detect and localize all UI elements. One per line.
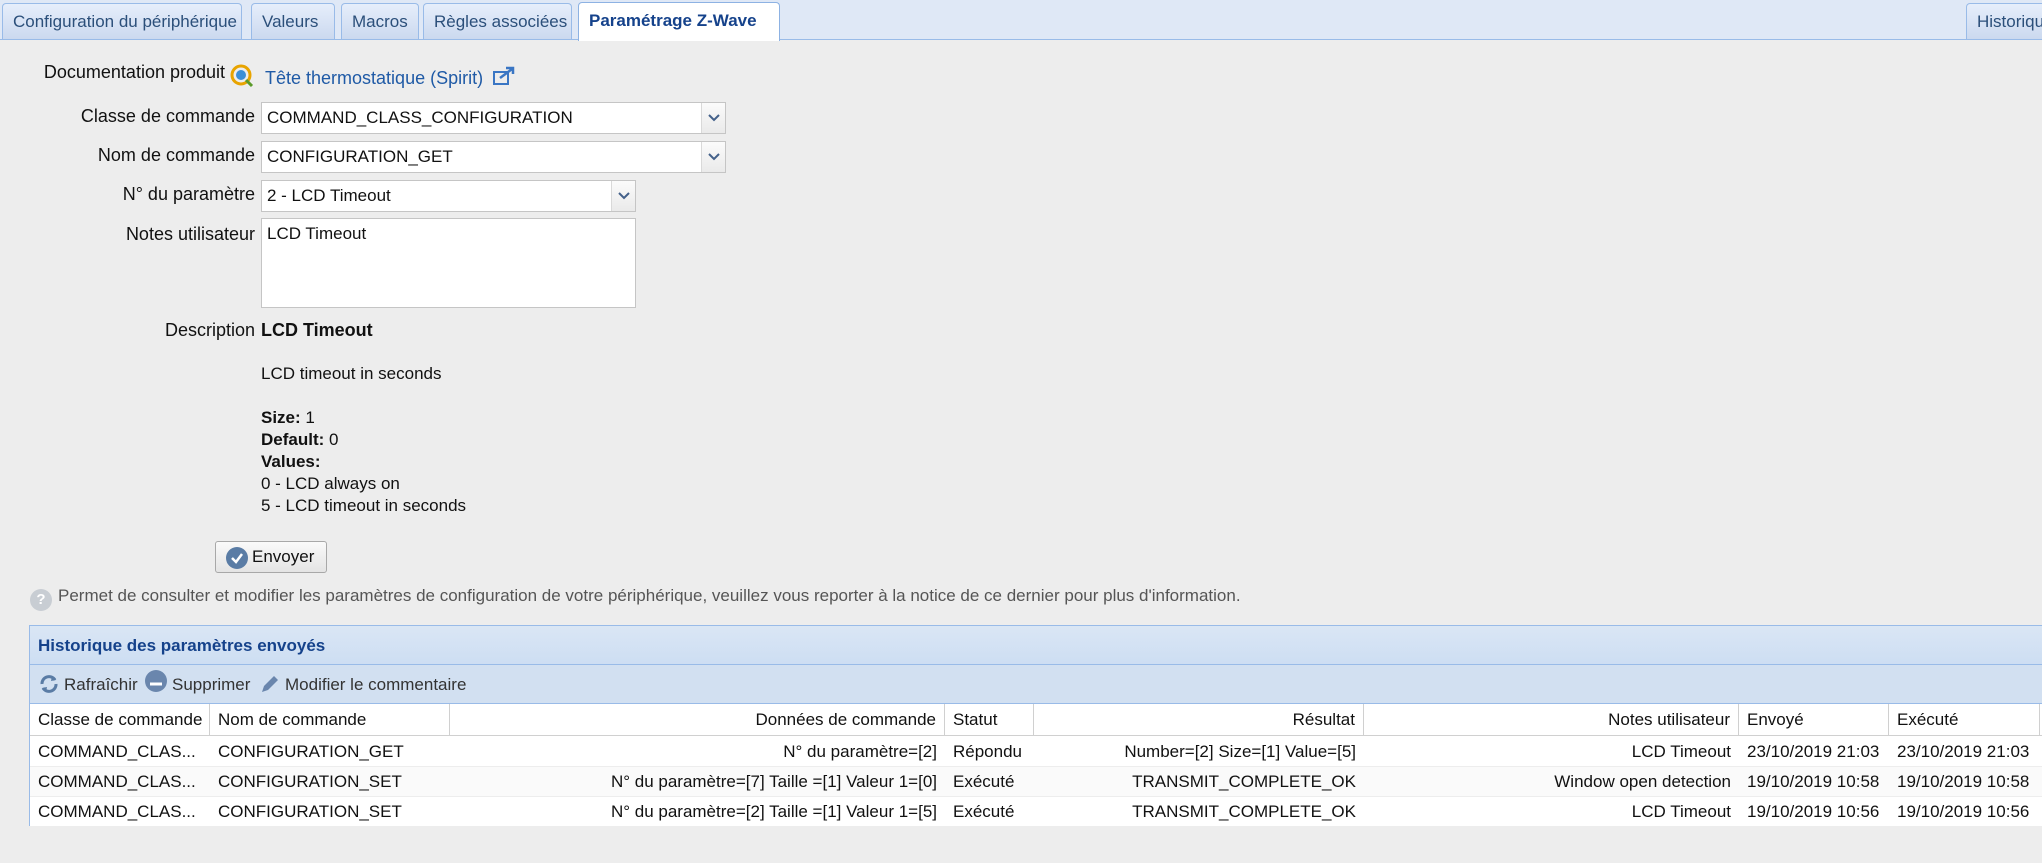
cell-command-class: COMMAND_CLAS... [38, 742, 196, 761]
cell-command-data: N° du paramètre=[2] [783, 742, 937, 761]
size-line: Size: 1 [261, 407, 861, 429]
cell-status: Exécuté [953, 772, 1015, 791]
cell-user-notes: Window open detection [1554, 772, 1731, 791]
cell-command-name: CONFIGURATION_SET [218, 772, 402, 791]
col-command-data[interactable]: Données de commande [450, 704, 945, 736]
question-icon: ? [30, 589, 52, 611]
cell-user-notes: LCD Timeout [1631, 802, 1731, 821]
cell-result: TRANSMIT_COMPLETE_OK [1132, 772, 1356, 791]
default-label: Default: [261, 430, 325, 449]
cell-command-data: N° du paramètre=[2] Taille =[1] Valeur 1… [610, 802, 937, 821]
cell-executed: 23/10/2019 21:03 [1897, 742, 2030, 761]
hint-text: Permet de consulter et modifier les para… [58, 586, 1241, 605]
tab-bar: Configuration du périphérique Valeurs Ma… [0, 0, 2042, 41]
cell-command-name: CONFIGURATION_SET [218, 802, 402, 821]
cell-user-notes: LCD Timeout [1631, 742, 1731, 761]
description-text: LCD timeout in seconds [261, 364, 442, 383]
col-command-name[interactable]: Nom de commande [210, 704, 450, 736]
cell-status: Répondu [953, 742, 1023, 761]
value-option-0: 0 - LCD always on [261, 474, 400, 493]
description-block: LCD Timeout LCD timeout in seconds Size:… [261, 319, 861, 517]
col-status[interactable]: Statut [945, 704, 1034, 736]
edit-comment-button[interactable]: Modifier le commentaire [259, 665, 466, 704]
cell-status: Exécuté [953, 802, 1015, 821]
param-label: N° du paramètre [122, 184, 255, 204]
command-name-value: CONFIGURATION_GET [267, 147, 453, 166]
col-command-class[interactable]: Classe de commande [30, 704, 210, 736]
cell-executed: 19/10/2019 10:56 [1897, 802, 2030, 821]
value-option-5: 5 - LCD timeout in seconds [261, 496, 467, 515]
tab-values[interactable]: Valeurs [251, 3, 335, 39]
refresh-label: Rafraîchir [64, 675, 138, 694]
minus-icon [145, 670, 167, 692]
refresh-button[interactable]: Rafraîchir [38, 665, 138, 704]
tab-zwave-settings[interactable]: Paramétrage Z-Wave [578, 2, 780, 41]
cell-command-data: N° du paramètre=[7] Taille =[1] Valeur 1… [610, 772, 937, 791]
size-label: Size: [261, 408, 301, 427]
col-sent[interactable]: Envoyé [1739, 704, 1889, 736]
cell-command-class: COMMAND_CLAS... [38, 772, 196, 791]
external-link-icon[interactable] [492, 66, 516, 86]
cell-sent: 23/10/2019 21:03 [1747, 742, 1880, 761]
col-user-notes[interactable]: Notes utilisateur [1364, 704, 1739, 736]
command-class-value: COMMAND_CLASS_CONFIGURATION [267, 108, 573, 127]
chevron-down-icon[interactable] [701, 142, 725, 172]
doc-link[interactable]: Tête thermostatique (Spirit) [265, 68, 483, 89]
tab-rules[interactable]: Règles associées [423, 3, 572, 39]
size-value: 1 [305, 408, 315, 427]
doc-label: Documentation produit [43, 62, 225, 82]
cell-command-name: CONFIGURATION_GET [218, 742, 404, 761]
col-executed[interactable]: Exécuté [1889, 704, 2040, 736]
param-number-select[interactable]: 2 - LCD Timeout [261, 180, 636, 212]
cell-command-class: COMMAND_CLAS... [38, 802, 196, 821]
history-panel: Historique des paramètres envoyés Rafraî… [29, 625, 2042, 827]
help-hint: ? Permet de consulter et modifier les par… [30, 586, 1241, 611]
cell-result: TRANSMIT_COMPLETE_OK [1132, 802, 1356, 821]
command-class-select[interactable]: COMMAND_CLASS_CONFIGURATION [261, 102, 726, 134]
default-value: 0 [329, 430, 339, 449]
table-row[interactable]: COMMAND_CLAS... CONFIGURATION_GET N° du … [30, 737, 2042, 767]
send-button-label: Envoyer [252, 547, 315, 566]
command-name-select[interactable]: CONFIGURATION_GET [261, 141, 726, 173]
values-label: Values: [261, 452, 321, 471]
notes-label: Notes utilisateur [125, 224, 255, 244]
help-doc-icon[interactable] [230, 64, 254, 88]
description-title: LCD Timeout [261, 320, 373, 340]
edit-comment-label: Modifier le commentaire [285, 675, 467, 694]
command-label: Nom de commande [97, 145, 255, 165]
tab-history[interactable]: Historiqu [1966, 3, 2042, 39]
cell-executed: 19/10/2019 10:58 [1897, 772, 2030, 791]
cell-sent: 19/10/2019 10:56 [1747, 802, 1880, 821]
cell-result: Number=[2] Size=[1] Value=[5] [1124, 742, 1356, 761]
chevron-down-icon[interactable] [701, 103, 725, 133]
history-toolbar: Rafraîchir Supprimer Modifier le comment… [30, 665, 2042, 704]
tab-device-config[interactable]: Configuration du périphérique [2, 3, 242, 39]
table-row[interactable]: COMMAND_CLAS... CONFIGURATION_SET N° du … [30, 767, 2042, 797]
default-line: Default: 0 [261, 429, 861, 451]
description-label: Description [164, 320, 255, 340]
chevron-down-icon[interactable] [611, 181, 635, 211]
check-icon [226, 547, 248, 569]
delete-button[interactable]: Supprimer [145, 665, 250, 704]
delete-label: Supprimer [172, 675, 251, 694]
tab-macros[interactable]: Macros [341, 3, 419, 39]
send-button[interactable]: Envoyer [215, 541, 327, 573]
history-title: Historique des paramètres envoyés [30, 625, 2042, 665]
table-row[interactable]: COMMAND_CLAS... CONFIGURATION_SET N° du … [30, 797, 2042, 827]
grid-header: Classe de commande Nom de commande Donné… [30, 704, 2042, 736]
user-notes-textarea[interactable]: LCD Timeout [261, 218, 636, 308]
cell-sent: 19/10/2019 10:58 [1747, 772, 1880, 791]
col-result[interactable]: Résultat [1034, 704, 1364, 736]
class-label: Classe de commande [80, 106, 255, 126]
param-number-value: 2 - LCD Timeout [267, 186, 391, 205]
